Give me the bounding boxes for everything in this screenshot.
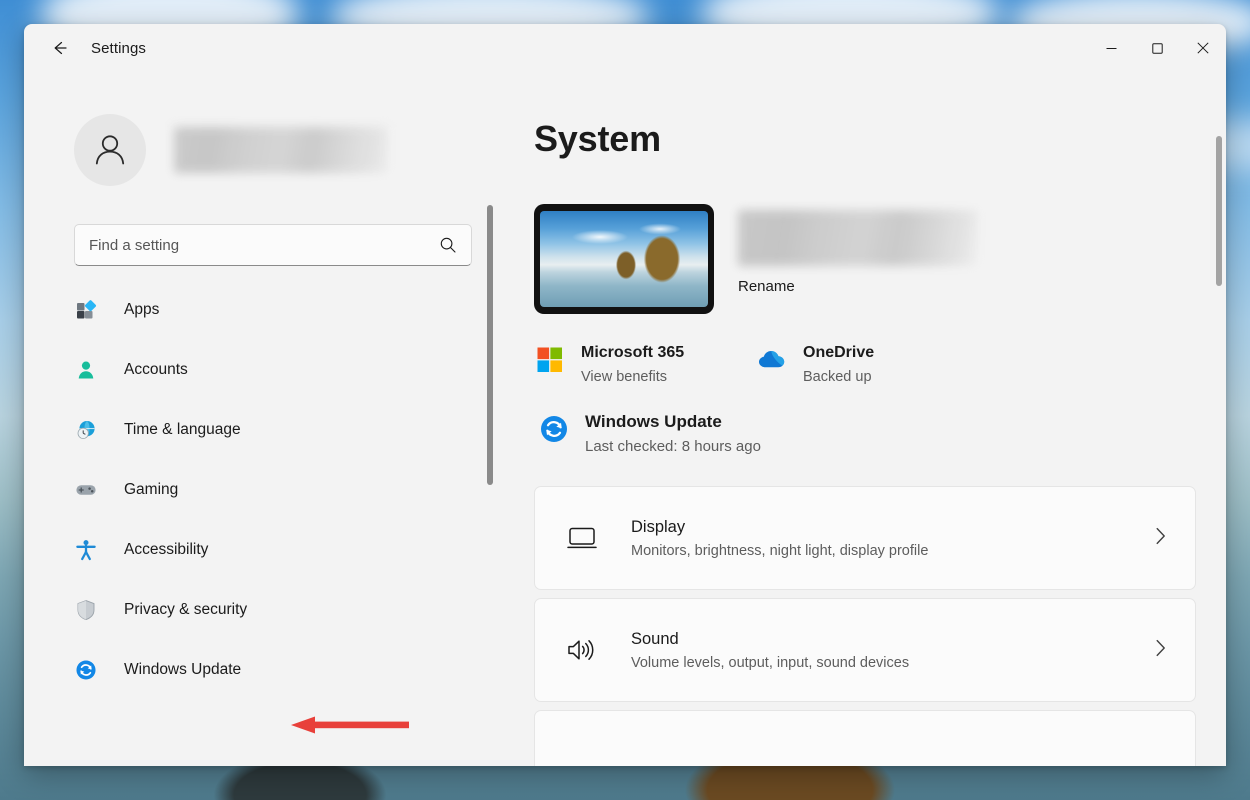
back-button[interactable] [43,31,77,65]
window-controls [1088,24,1226,72]
sidebar-item-label: Windows Update [124,661,241,679]
display-monitor-icon [565,521,599,555]
onedrive-cloud-icon [756,344,788,376]
sidebar-item-accounts[interactable]: Accounts [60,350,490,390]
sidebar-item-label: Privacy & security [124,601,247,619]
status-subtitle: View benefits [581,368,684,387]
window-body: Apps Accounts [24,72,1226,766]
window-title: Settings [91,40,146,57]
rename-button[interactable]: Rename [738,278,978,295]
search-input[interactable] [89,237,439,254]
settings-card-display[interactable]: Display Monitors, brightness, night ligh… [534,486,1196,590]
card-subtitle: Volume levels, output, input, sound devi… [631,654,1154,673]
accessibility-person-icon [74,538,98,562]
settings-card-sound[interactable]: Sound Volume levels, output, input, soun… [534,598,1196,702]
sidebar-item-label: Accessibility [124,541,208,559]
search-icon[interactable] [439,236,457,254]
status-title: OneDrive [803,342,874,364]
search-box[interactable] [74,224,472,266]
accounts-person-icon [74,358,98,382]
desktop-background: Settings [0,0,1250,800]
sidebar-scrollbar-thumb[interactable] [487,205,493,485]
card-subtitle: Monitors, brightness, night light, displ… [631,542,1154,561]
maximize-button[interactable] [1134,24,1180,72]
content-pane: System Rename [500,72,1226,766]
device-row: Rename [534,204,1196,314]
time-language-globe-icon [74,418,98,442]
sidebar-nav: Apps Accounts [60,290,490,690]
device-wallpaper-thumbnail[interactable] [534,204,714,314]
page-title: System [534,118,1196,160]
chevron-right-icon[interactable] [1154,639,1175,661]
sidebar-item-apps[interactable]: Apps [60,290,490,330]
sidebar-item-gaming[interactable]: Gaming [60,470,490,510]
settings-card-partial[interactable] [534,710,1196,766]
close-button[interactable] [1180,24,1226,72]
status-subtitle: Backed up [803,368,874,387]
sound-speaker-icon [565,633,599,667]
gaming-controller-icon [74,478,98,502]
sidebar-item-privacy-security[interactable]: Privacy & security [60,590,490,630]
windows-update-refresh-icon [538,413,570,445]
person-avatar-icon [89,129,131,171]
account-name-redacted [174,127,388,173]
card-title: Sound [631,628,1154,651]
device-info: Rename [738,204,978,295]
arrow-left-icon [50,38,70,58]
sidebar-item-windows-update[interactable]: Windows Update [60,650,490,690]
minimize-button[interactable] [1088,24,1134,72]
titlebar: Settings [24,24,1226,72]
sidebar-item-label: Accounts [124,361,188,379]
chevron-right-icon[interactable] [1154,527,1175,549]
status-title: Windows Update [585,411,761,433]
card-title: Display [631,516,1154,539]
shield-icon [74,598,98,622]
apps-icon [74,298,98,322]
sidebar-item-label: Time & language [124,421,241,439]
windows-update-refresh-icon [74,658,98,682]
microsoft-logo-icon [534,344,566,376]
settings-window: Settings [24,24,1226,766]
minimize-icon [1106,43,1117,54]
sidebar: Apps Accounts [24,72,500,766]
status-row: Microsoft 365 View benefits OneDr [534,342,1196,387]
settings-card-list: Display Monitors, brightness, night ligh… [534,486,1196,766]
avatar [74,114,146,186]
sidebar-item-label: Apps [124,301,159,319]
device-name-redacted [738,210,978,266]
sidebar-item-accessibility[interactable]: Accessibility [60,530,490,570]
status-subtitle: Last checked: 8 hours ago [585,437,761,456]
microsoft-365-status[interactable]: Microsoft 365 View benefits [534,342,756,387]
sidebar-item-time-language[interactable]: Time & language [60,410,490,450]
content-scrollbar-thumb[interactable] [1216,136,1222,286]
close-icon [1197,42,1209,54]
sidebar-item-label: Gaming [124,481,178,499]
status-title: Microsoft 365 [581,342,684,364]
account-row[interactable] [74,114,500,186]
maximize-icon [1152,43,1163,54]
onedrive-status[interactable]: OneDrive Backed up [756,342,874,387]
windows-update-status[interactable]: Windows Update Last checked: 8 hours ago [538,411,1196,456]
